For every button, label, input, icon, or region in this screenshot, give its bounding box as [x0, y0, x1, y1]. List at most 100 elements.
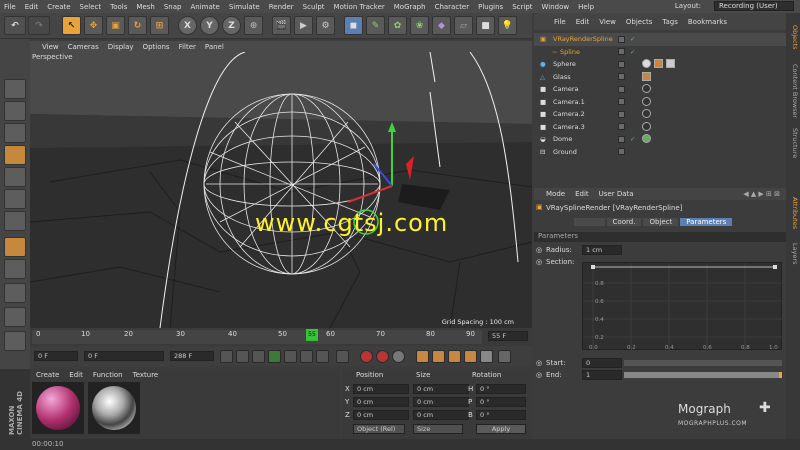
side-tab-layers[interactable]: Layers [787, 239, 799, 269]
texture-tag-icon[interactable] [642, 71, 651, 81]
array-icon[interactable]: ❀ [410, 16, 429, 35]
y-axis-lock-icon[interactable]: Y [200, 16, 219, 35]
current-frame-field[interactable]: 55 F [488, 331, 528, 341]
recent-tools-icon[interactable]: ⊞ [150, 16, 169, 35]
nurbs-icon[interactable]: ✿ [388, 16, 407, 35]
phong-tag-icon[interactable] [642, 59, 651, 68]
attributes-menu-mode[interactable]: Mode [546, 190, 565, 198]
timeline-ruler[interactable]: 0 10 20 30 40 50 55 60 70 80 90 100 55 F [30, 328, 532, 346]
render-picture-viewer-icon[interactable]: ▶ [294, 16, 313, 35]
tab-object[interactable]: Object [643, 218, 679, 226]
texture-tag-icon[interactable] [654, 59, 663, 68]
checker-icon[interactable] [4, 123, 26, 143]
object-row-sphere[interactable]: ● Sphere [534, 58, 786, 71]
visibility-toggle[interactable] [618, 135, 625, 143]
attributes-menu-user-data[interactable]: User Data [599, 190, 634, 198]
object-row-camera[interactable]: ■ Camera [534, 83, 786, 96]
workplane-icon[interactable] [4, 307, 26, 327]
viewport-menu-options[interactable]: Options [143, 43, 170, 51]
timeline-playhead[interactable]: 55 [306, 329, 318, 341]
rotate-tool-icon[interactable]: ↻ [128, 16, 147, 35]
edges-mode-icon[interactable] [4, 189, 26, 209]
material-menu-edit[interactable]: Edit [69, 371, 83, 379]
tab-basic[interactable]: Basic [574, 218, 605, 226]
snap-icon[interactable] [4, 283, 26, 303]
objects-menu-file[interactable]: File [554, 18, 566, 26]
key-position-icon[interactable] [416, 350, 429, 363]
object-row-spline[interactable]: ~ Spline ✓ [534, 46, 786, 59]
camera-target-tag-icon[interactable] [642, 96, 651, 106]
floor-icon[interactable]: ▱ [454, 16, 473, 35]
objects-menu-bookmarks[interactable]: Bookmarks [688, 18, 727, 26]
size-mode-dropdown[interactable]: Size [413, 424, 463, 434]
size-z-field[interactable]: 0 cm [413, 410, 469, 420]
start-slider[interactable] [624, 360, 782, 366]
redo-icon[interactable]: ↷ [28, 16, 50, 35]
lock-workplane-icon[interactable] [4, 331, 26, 351]
menu-motion-tracker[interactable]: Motion Tracker [334, 3, 385, 11]
start-field[interactable]: 0 [582, 358, 622, 368]
visibility-toggle[interactable] [618, 35, 625, 43]
menu-render[interactable]: Render [269, 3, 294, 11]
attributes-menu-edit[interactable]: Edit [575, 190, 589, 198]
menu-plugins[interactable]: Plugins [478, 3, 503, 11]
camera-target-tag-icon[interactable] [642, 109, 651, 118]
next-key-icon[interactable] [300, 350, 313, 363]
previous-frame-icon[interactable] [252, 350, 265, 363]
go-to-end-icon[interactable] [316, 350, 329, 363]
preview-start-field[interactable]: 0 F [84, 351, 164, 361]
position-x-field[interactable]: 0 cm [353, 384, 409, 394]
menu-animate[interactable]: Animate [190, 3, 219, 11]
points-mode-icon[interactable] [4, 167, 26, 187]
visibility-toggle[interactable] [618, 148, 625, 156]
menu-help[interactable]: Help [578, 3, 594, 11]
menu-tools[interactable]: Tools [110, 3, 127, 11]
coordinate-system-icon[interactable]: ⊕ [244, 16, 263, 35]
material-menu-function[interactable]: Function [93, 371, 123, 379]
apply-button[interactable]: Apply [476, 424, 526, 434]
loop-icon[interactable] [336, 350, 349, 363]
start-frame-field[interactable]: 0 F [34, 351, 78, 361]
camera-target-tag-icon[interactable] [642, 84, 651, 93]
menu-snap[interactable]: Snap [164, 3, 182, 11]
end-field[interactable]: 1 [582, 370, 622, 380]
side-tab-content-browser[interactable]: Content Browser [787, 61, 799, 121]
enabled-check-icon[interactable]: ✓ [630, 35, 635, 43]
tweak-mode-icon[interactable] [4, 259, 26, 279]
tab-coord[interactable]: Coord. [606, 218, 642, 226]
menu-script[interactable]: Script [512, 3, 532, 11]
objects-menu-tags[interactable]: Tags [662, 18, 678, 26]
radius-field[interactable]: 1 cm [582, 245, 622, 255]
timeline-options-icon[interactable] [498, 350, 511, 363]
rotation-p-field[interactable]: 0 ° [476, 397, 526, 407]
menu-simulate[interactable]: Simulate [229, 3, 260, 11]
coord-mode-dropdown[interactable]: Object (Rel) [353, 424, 405, 434]
object-row-glass[interactable]: △ Glass [534, 71, 786, 84]
material-menu-create[interactable]: Create [36, 371, 59, 379]
menu-window[interactable]: Window [542, 3, 570, 11]
visibility-toggle[interactable] [618, 98, 625, 106]
position-y-field[interactable]: 0 cm [353, 397, 409, 407]
menu-mesh[interactable]: Mesh [136, 3, 154, 11]
camera-target-tag-icon[interactable] [642, 121, 651, 131]
go-to-start-icon[interactable] [220, 350, 233, 363]
light-icon[interactable]: 💡 [498, 16, 517, 35]
visibility-toggle[interactable] [618, 110, 625, 118]
key-parameter-icon[interactable] [464, 350, 477, 363]
size-x-field[interactable]: 0 cm [413, 384, 469, 394]
size-y-field[interactable]: 0 cm [413, 397, 469, 407]
object-row-camera-2[interactable]: ■ Camera.2 [534, 108, 786, 121]
menu-create[interactable]: Create [47, 3, 70, 11]
menu-file[interactable]: File [4, 3, 16, 11]
menu-select[interactable]: Select [80, 3, 102, 11]
visibility-toggle[interactable] [618, 123, 625, 131]
radius-anim-icon[interactable]: ◎ [536, 246, 542, 254]
section-anim-icon[interactable]: ◎ [536, 258, 542, 266]
live-selection-icon[interactable]: ↖ [62, 16, 81, 35]
axis-mode-icon[interactable] [4, 237, 26, 257]
camera-icon[interactable]: ■ [476, 16, 495, 35]
viewport-menu-filter[interactable]: Filter [179, 43, 196, 51]
tab-parameters[interactable]: Parameters [680, 218, 733, 226]
object-row-ground[interactable]: ⊟ Ground [534, 146, 786, 159]
viewport-menu-display[interactable]: Display [108, 43, 134, 51]
